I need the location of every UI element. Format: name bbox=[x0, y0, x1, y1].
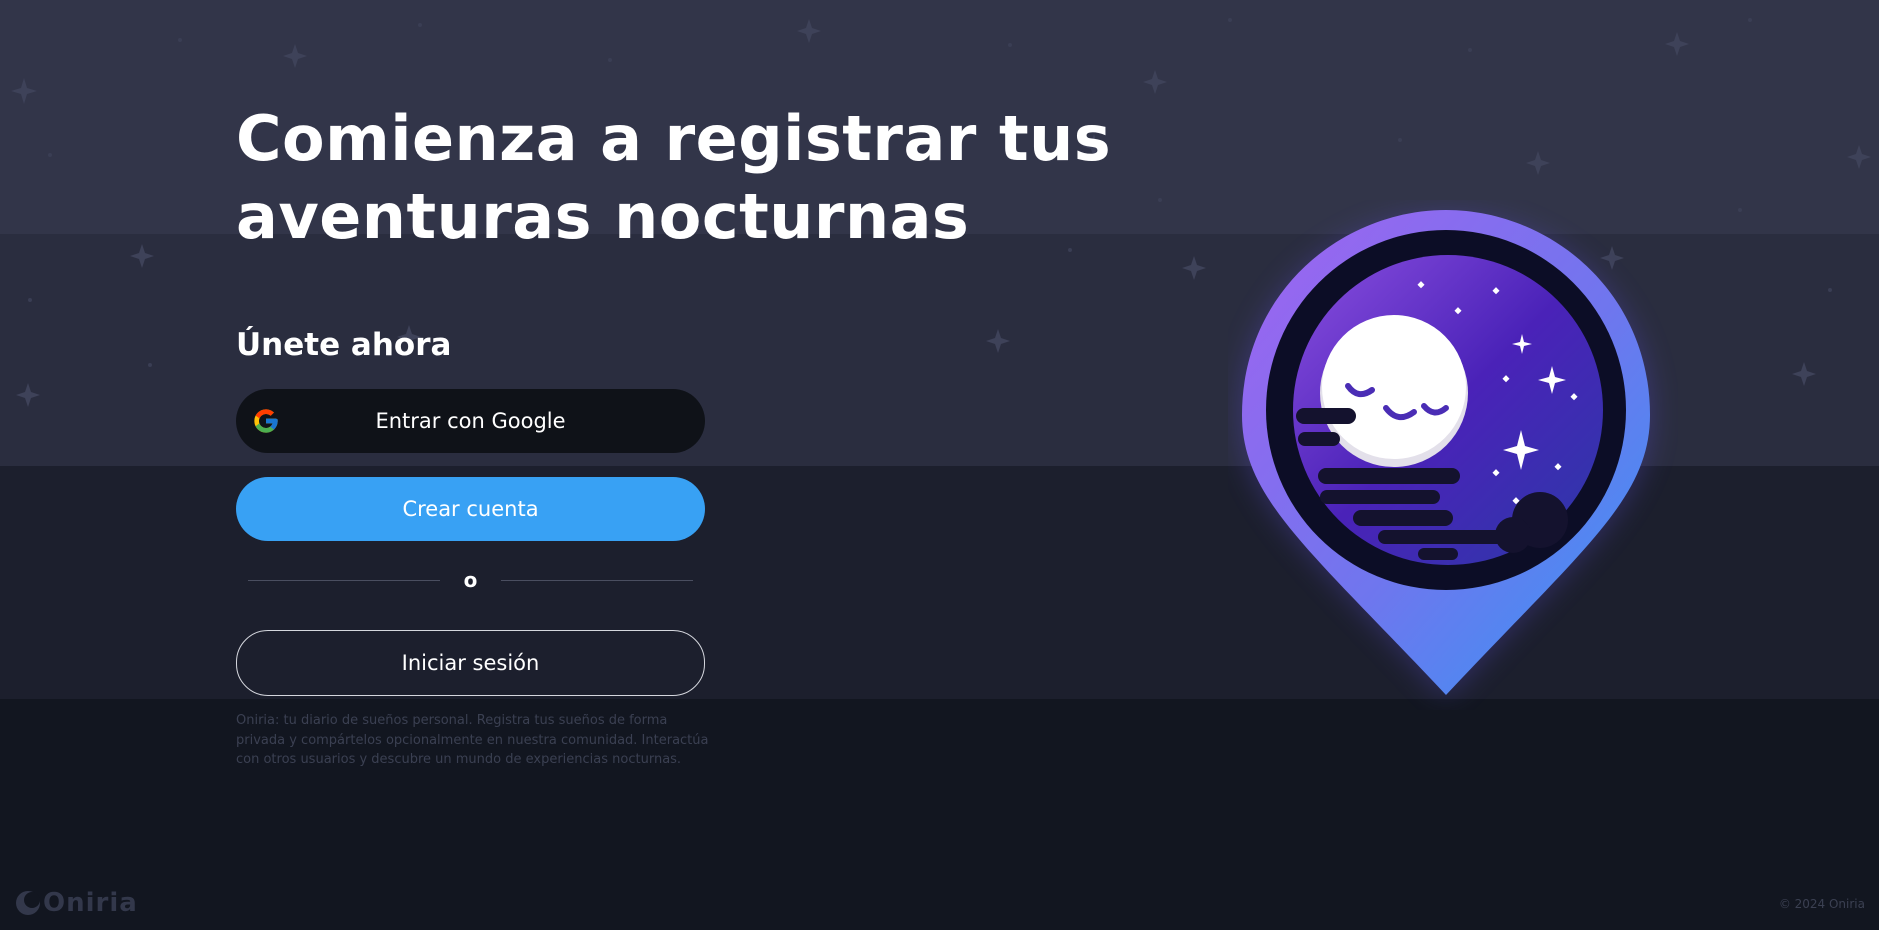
login-label: Iniciar sesión bbox=[401, 651, 540, 675]
brand-moon-icon bbox=[16, 891, 40, 915]
hero-title-line-2: aventuras nocturnas bbox=[236, 180, 970, 253]
create-account-button[interactable]: Crear cuenta bbox=[236, 477, 705, 541]
google-signin-label: Entrar con Google bbox=[375, 409, 566, 433]
brand-name: Oniria bbox=[43, 888, 138, 918]
app-description: Oniria: tu diario de sueños personal. Re… bbox=[236, 713, 709, 767]
or-divider: o bbox=[248, 568, 693, 592]
brand-logo[interactable]: Oniria bbox=[15, 888, 138, 918]
hero-title-line-1: Comienza a registrar tus bbox=[236, 102, 1112, 175]
join-now-heading: Únete ahora bbox=[236, 327, 452, 363]
moon-pin-icon bbox=[1241, 210, 1651, 697]
create-account-label: Crear cuenta bbox=[402, 497, 539, 521]
google-signin-button[interactable]: Entrar con Google bbox=[236, 389, 705, 453]
hero-title: Comienza a registrar tus aventuras noctu… bbox=[236, 100, 1136, 256]
login-button[interactable]: Iniciar sesión bbox=[236, 630, 705, 696]
divider-line-right bbox=[501, 580, 693, 581]
google-g-icon bbox=[254, 409, 278, 433]
copyright-text: © 2024 Oniria bbox=[1778, 897, 1865, 911]
